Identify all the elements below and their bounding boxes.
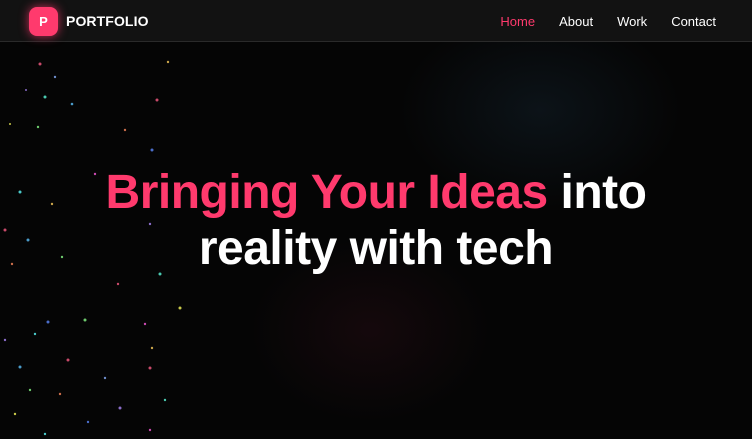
page: P PORTFOLIO Home About Work Contact Brin… [0,0,752,439]
hero-text-into: into [560,166,647,219]
hero-heading: Bringing Your Ideas into reality with te… [0,165,752,277]
navbar: P PORTFOLIO Home About Work Contact [0,0,752,42]
logo-badge: P [29,6,58,36]
hero-line-2: reality with tech [198,222,554,275]
logo[interactable]: P PORTFOLIO [29,5,149,37]
hero-accent-text: Bringing Your Ideas [105,166,549,219]
nav-link-home[interactable]: Home [500,14,535,29]
nav-links: Home About Work Contact [500,0,716,42]
brand-name: PORTFOLIO [66,13,149,29]
nav-link-contact[interactable]: Contact [671,14,716,29]
nav-link-about[interactable]: About [559,14,593,29]
hero-line-1: Bringing Your Ideas into [0,165,752,221]
nav-link-work[interactable]: Work [617,14,647,29]
